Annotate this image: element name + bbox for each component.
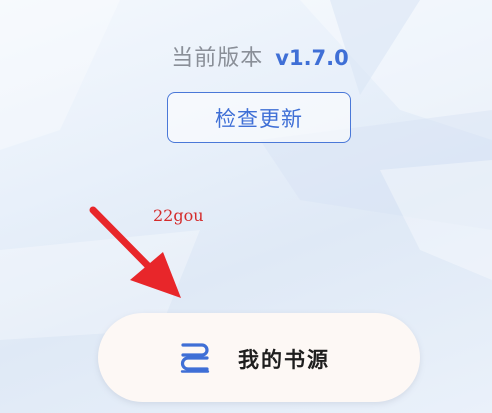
check-update-button[interactable]: 检查更新 xyxy=(167,92,351,143)
book-source-icon xyxy=(180,343,210,373)
version-value: v1.7.0 xyxy=(275,46,349,70)
watermark-text: 22gou xyxy=(153,206,204,225)
version-row: 当前版本 v1.7.0 xyxy=(0,40,492,72)
book-source-label: 我的书源 xyxy=(238,348,330,372)
version-label: 当前版本 xyxy=(171,46,264,71)
my-book-source-button[interactable]: 我的书源 xyxy=(98,313,420,402)
